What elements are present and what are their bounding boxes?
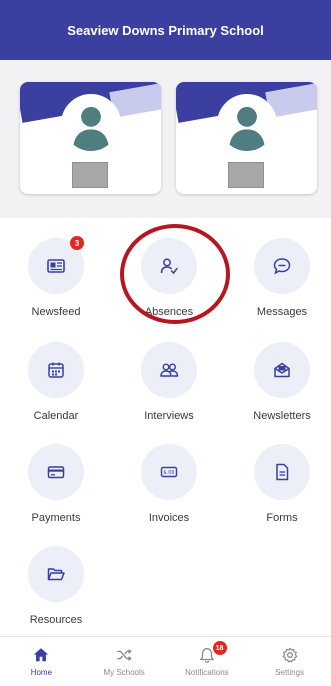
nav-home[interactable]: Home — [0, 637, 83, 686]
nav-label: Home — [30, 668, 53, 677]
nav-label: Notifications — [185, 668, 229, 677]
tile-label: Messages — [256, 306, 308, 318]
calendar-icon — [48, 362, 64, 378]
tile-label: Forms — [266, 512, 298, 524]
tile-label: Invoices — [148, 512, 190, 524]
nav-settings[interactable]: Settings — [248, 637, 331, 686]
document-icon — [276, 463, 289, 481]
newspaper-icon — [47, 259, 65, 273]
folder-open-icon — [47, 568, 65, 581]
student-name-redacted — [228, 162, 264, 188]
tile-label: Resources — [29, 614, 83, 626]
student-card[interactable] — [20, 82, 161, 194]
tile-absences[interactable]: Absences — [119, 238, 219, 338]
gear-icon — [282, 647, 297, 663]
tile-invoices[interactable]: $.00 Invoices — [119, 444, 219, 544]
shuffle-icon — [117, 649, 132, 661]
tile-messages[interactable]: Messages — [232, 238, 331, 338]
tile-label: Newsfeed — [31, 306, 81, 318]
tile-resources[interactable]: Resources — [6, 546, 106, 646]
person-silhouette-icon — [217, 94, 277, 154]
tile-newsfeed[interactable]: 3 Newsfeed — [6, 236, 106, 338]
tile-payments[interactable]: Payments — [6, 444, 106, 544]
chat-bubble-icon — [273, 258, 291, 275]
tile-label: Absences — [144, 306, 194, 318]
envelope-open-icon — [274, 362, 290, 378]
user-check-icon — [160, 258, 178, 275]
tile-label: Calendar — [33, 410, 79, 422]
tile-calendar[interactable]: Calendar — [6, 342, 106, 442]
tile-newsletters[interactable]: Newsletters — [232, 342, 331, 442]
invoice-icon: $.00 — [160, 466, 178, 478]
nav-label: My Schools — [103, 668, 145, 677]
nav-my-schools[interactable]: My Schools — [83, 637, 166, 686]
tile-label: Newsletters — [253, 410, 311, 422]
tile-interviews[interactable]: Interviews — [119, 342, 219, 442]
credit-card-icon — [47, 466, 65, 479]
student-name-redacted — [72, 162, 108, 188]
nav-label: Settings — [275, 668, 305, 677]
home-icon — [34, 648, 49, 662]
newsfeed-badge: 3 — [70, 236, 84, 250]
notifications-badge: 18 — [212, 641, 227, 655]
tile-forms[interactable]: Forms — [232, 444, 331, 544]
student-cards — [0, 60, 331, 218]
tile-label: Interviews — [144, 410, 194, 422]
school-title: Seaview Downs Primary School — [67, 22, 264, 38]
users-icon — [160, 363, 179, 377]
bottom-nav: Home My Schools 18 Notifications Setting… — [0, 636, 331, 686]
student-card[interactable] — [176, 82, 317, 194]
person-silhouette-icon — [61, 94, 121, 154]
nav-notifications[interactable]: 18 Notifications — [166, 637, 249, 686]
svg-text:$.00: $.00 — [163, 470, 174, 476]
app-header: Seaview Downs Primary School — [0, 0, 331, 60]
tile-label: Payments — [31, 512, 81, 524]
